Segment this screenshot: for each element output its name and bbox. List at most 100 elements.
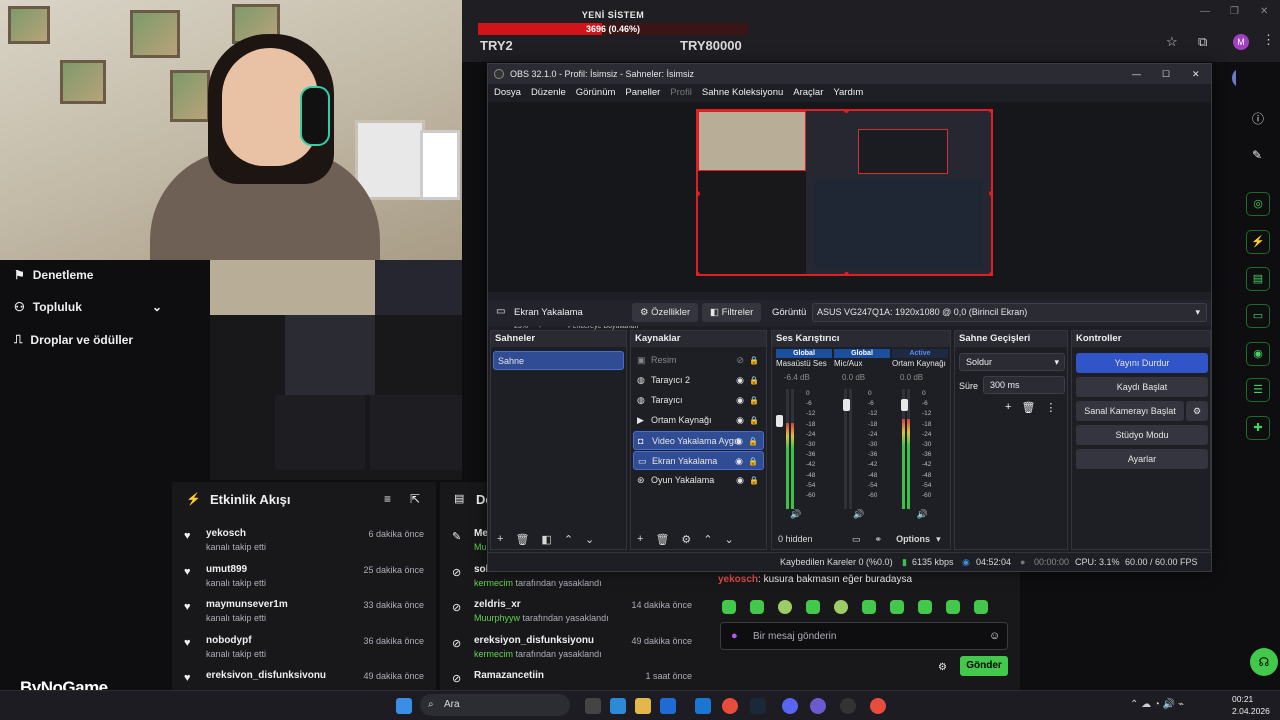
filter-icon[interactable]: ≡ bbox=[384, 492, 391, 506]
store-icon[interactable] bbox=[660, 698, 676, 714]
obs-maximize-icon[interactable]: ☐ bbox=[1162, 64, 1170, 84]
more-icon[interactable]: ⋮ bbox=[1045, 401, 1056, 414]
send-button[interactable]: Gönder bbox=[960, 656, 1008, 676]
emote-icon[interactable] bbox=[862, 600, 876, 614]
file-explorer-icon[interactable] bbox=[635, 698, 651, 714]
broadcast-icon[interactable]: ◉ bbox=[1246, 342, 1270, 366]
steam-icon[interactable] bbox=[750, 698, 766, 714]
obs-minimize-icon[interactable]: — bbox=[1132, 64, 1141, 84]
nav-item-community[interactable]: ⚇ Topluluk ⌄ bbox=[14, 300, 162, 314]
down-icon[interactable]: ⌄ bbox=[725, 533, 734, 546]
restore-icon[interactable]: ❐ bbox=[1230, 6, 1239, 17]
discord-icon[interactable] bbox=[782, 698, 798, 714]
info-icon[interactable]: ⓘ bbox=[1252, 110, 1264, 127]
resize-handle[interactable] bbox=[989, 111, 991, 113]
emote-icon[interactable] bbox=[974, 600, 988, 614]
lock-icon[interactable]: 🔒 bbox=[748, 432, 758, 449]
windows-start-icon[interactable] bbox=[396, 698, 412, 714]
display-select[interactable]: ASUS VG247Q1A: 1920x1080 @ 0,0 (Birincil… bbox=[812, 303, 1207, 322]
channel-name[interactable]: Masaüstü Ses bbox=[776, 359, 827, 368]
emote-icon[interactable] bbox=[750, 600, 764, 614]
source-item[interactable]: ⊛ Oyun Yakalama ◉ 🔒 bbox=[633, 471, 764, 490]
resize-handle[interactable] bbox=[989, 272, 991, 274]
app-icon[interactable] bbox=[810, 698, 826, 714]
emote-icon[interactable] bbox=[834, 600, 848, 614]
support-icon[interactable]: ☊ bbox=[1250, 648, 1278, 676]
filter-icon[interactable]: ◧ bbox=[541, 533, 551, 546]
virtual-camera-settings-icon[interactable]: ⚙ bbox=[1186, 401, 1208, 421]
nav-item-moderation[interactable]: ⚑ Denetleme bbox=[14, 268, 93, 282]
up-icon[interactable]: ⌃ bbox=[703, 533, 712, 546]
properties-button[interactable]: ⚙ Özellikler bbox=[632, 303, 699, 322]
emote-icon[interactable] bbox=[806, 600, 820, 614]
source-item[interactable]: ▶ Ortam Kaynağı ◉ 🔒 bbox=[633, 411, 764, 430]
eye-icon[interactable]: ◉ bbox=[735, 432, 743, 449]
studio-mode-button[interactable]: Stüdyo Modu bbox=[1076, 425, 1208, 445]
tray-icons[interactable]: ⌃ ☁ ◔ 🔊 ⌁ bbox=[1130, 699, 1184, 710]
source-item[interactable]: ▭ Ekran Yakalama ◉ 🔒 bbox=[633, 451, 764, 470]
obs-preview[interactable]: − 23% + Pencereye Boyutlandır bbox=[488, 102, 1211, 330]
outlook-icon[interactable] bbox=[695, 698, 711, 714]
volume-fader[interactable] bbox=[843, 398, 850, 411]
menu-dosya[interactable]: Dosya bbox=[494, 84, 521, 102]
chat-input[interactable]: ● Bir mesaj gönderin ☺ bbox=[720, 622, 1008, 650]
pencil-icon[interactable]: ✎ bbox=[1252, 148, 1262, 162]
eye-icon[interactable]: ◉ bbox=[736, 471, 744, 490]
speaker-icon[interactable]: 🔊 bbox=[853, 509, 864, 521]
close-icon[interactable]: ✕ bbox=[1260, 6, 1268, 17]
add-icon[interactable]: + bbox=[637, 533, 643, 545]
profile-avatar[interactable]: M bbox=[1233, 34, 1249, 50]
stop-stream-button[interactable]: Yayını Durdur bbox=[1076, 353, 1208, 373]
chat-icon[interactable]: ▭ bbox=[1246, 304, 1270, 328]
emote-icon[interactable] bbox=[946, 600, 960, 614]
resize-handle[interactable] bbox=[989, 191, 991, 196]
channel-name[interactable]: Ortam Kaynağı bbox=[892, 359, 946, 368]
trash-icon[interactable]: 🗑 bbox=[1021, 401, 1035, 414]
target-icon[interactable]: ◎ bbox=[1246, 192, 1270, 216]
menu-araclar[interactable]: Araçlar bbox=[793, 84, 823, 102]
layout-icon[interactable]: ▭ bbox=[852, 534, 861, 545]
lock-icon[interactable]: 🔒 bbox=[749, 411, 759, 430]
gear-icon[interactable]: ⚙ bbox=[681, 533, 691, 546]
taskbar-search[interactable]: ⌕ Ara bbox=[420, 694, 570, 716]
obs-close-icon[interactable]: ✕ bbox=[1192, 64, 1200, 84]
source-item[interactable]: ▣ Resim ⊘ 🔒 bbox=[633, 351, 764, 370]
emoji-icon[interactable]: ☺ bbox=[989, 630, 1000, 642]
star-icon[interactable]: ☆ bbox=[1166, 34, 1178, 50]
task-view-icon[interactable] bbox=[585, 698, 601, 714]
extensions-icon[interactable]: ⧉ bbox=[1198, 34, 1207, 50]
source-item[interactable]: ◘ Video Yakalama Aygıtı ◉ 🔒 bbox=[633, 431, 764, 450]
popout-icon[interactable]: ⇱ bbox=[410, 492, 420, 506]
emote-icon[interactable] bbox=[722, 600, 736, 614]
preview-source-bounds[interactable] bbox=[696, 109, 993, 276]
transition-select[interactable]: Soldur ▾ bbox=[959, 353, 1065, 371]
volume-fader[interactable] bbox=[901, 398, 908, 411]
menu-duzenle[interactable]: Düzenle bbox=[531, 84, 566, 102]
lock-icon[interactable]: 🔒 bbox=[748, 452, 758, 471]
menu-sahne-koleksiyonu[interactable]: Sahne Koleksiyonu bbox=[702, 84, 783, 102]
add-icon[interactable]: + bbox=[497, 533, 503, 545]
minimize-icon[interactable]: — bbox=[1200, 6, 1210, 17]
start-recording-button[interactable]: Kaydı Başlat bbox=[1076, 377, 1208, 397]
channel-name[interactable]: Mic/Aux bbox=[834, 359, 862, 368]
lock-icon[interactable]: 🔒 bbox=[749, 471, 759, 490]
add-icon[interactable]: + bbox=[1005, 401, 1011, 414]
eye-icon[interactable]: ◉ bbox=[736, 391, 744, 410]
clipboard-icon[interactable]: ▤ bbox=[1246, 267, 1270, 291]
eye-icon[interactable]: ◉ bbox=[735, 452, 743, 471]
emote-icon[interactable] bbox=[918, 600, 932, 614]
settings-gear-icon[interactable]: ⚙ bbox=[938, 662, 947, 673]
menu-icon[interactable]: ⋮ bbox=[1262, 32, 1275, 48]
obs-taskbar-icon[interactable] bbox=[840, 698, 856, 714]
lock-icon[interactable]: 🔒 bbox=[749, 391, 759, 410]
chrome-icon[interactable] bbox=[722, 698, 738, 714]
emote-icon[interactable] bbox=[778, 600, 792, 614]
virtual-camera-button[interactable]: Sanal Kamerayı Başlat bbox=[1076, 401, 1184, 421]
trash-icon[interactable]: 🗑 bbox=[655, 533, 669, 546]
up-icon[interactable]: ⌃ bbox=[564, 533, 573, 546]
eye-icon[interactable]: ◉ bbox=[736, 371, 744, 390]
wrench-icon[interactable]: ✚ bbox=[1246, 416, 1270, 440]
trash-icon[interactable]: 🗑 bbox=[515, 533, 529, 546]
eye-icon[interactable]: ◉ bbox=[736, 411, 744, 430]
eye-hidden-icon[interactable]: ⊘ bbox=[736, 351, 744, 370]
